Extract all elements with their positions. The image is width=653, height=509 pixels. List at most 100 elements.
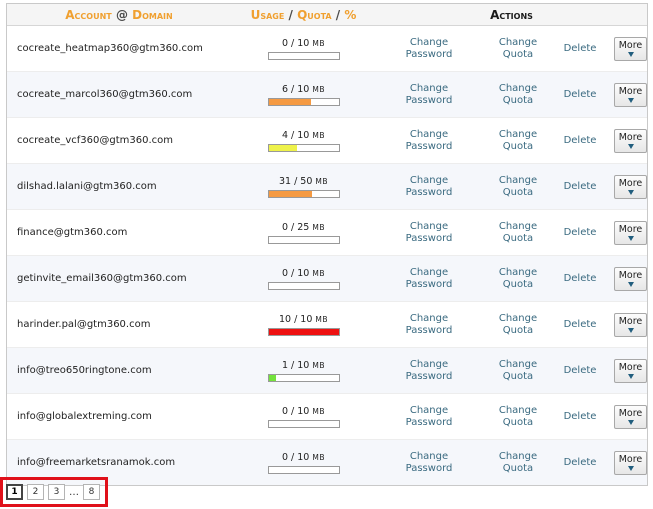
caret-down-icon — [627, 327, 634, 333]
usage-cell: 0 / 10 MB — [231, 38, 376, 60]
header-percent-label: % — [344, 7, 357, 22]
usage-bar — [267, 235, 340, 244]
usage-bar — [267, 97, 340, 106]
more-button[interactable]: More — [614, 266, 647, 291]
change-quota-link[interactable]: Change Quota — [488, 267, 548, 291]
more-button[interactable]: More — [614, 312, 647, 337]
delete-link[interactable]: Delete — [554, 227, 606, 239]
usage-quota: 10 — [297, 359, 310, 371]
usage-cell: 31 / 50 MB — [231, 176, 376, 198]
more-button[interactable]: More — [614, 82, 647, 107]
usage-cell: 6 / 10 MB — [231, 84, 376, 106]
delete-link[interactable]: Delete — [554, 181, 606, 193]
page-button-last[interactable]: 8 — [83, 484, 100, 500]
more-button[interactable]: More — [614, 36, 647, 61]
usage-bar — [267, 51, 340, 60]
caret-down-icon — [627, 465, 634, 471]
usage-used: 0 — [281, 267, 289, 279]
more-label: More — [618, 269, 643, 281]
account-email: info@freemarketsranamok.com — [17, 457, 176, 468]
change-password-link[interactable]: Change Password — [379, 405, 479, 429]
change-password-link[interactable]: Change Password — [379, 267, 479, 291]
change-password-link[interactable]: Change Password — [379, 359, 479, 383]
more-button[interactable]: More — [614, 174, 647, 199]
header-usage-label: Usage — [250, 7, 285, 22]
usage-text: 1 / 10 MB — [281, 359, 326, 371]
usage-quota: 10 — [300, 313, 313, 325]
change-password-line1: Change — [409, 220, 449, 232]
delete-link[interactable]: Delete — [554, 273, 606, 285]
delete-link[interactable]: Delete — [554, 319, 606, 331]
table-row: info@globalextreming.com 0 / 10 MB Change P… — [7, 394, 647, 440]
change-password-line2: Password — [405, 48, 453, 60]
change-quota-line1: Change — [498, 220, 538, 232]
account-email: finance@gtm360.com — [17, 227, 128, 238]
usage-bar — [267, 281, 340, 290]
change-password-link[interactable]: Change Password — [379, 221, 479, 245]
delete-link[interactable]: Delete — [554, 457, 606, 469]
usage-bar — [267, 143, 340, 152]
page-button-3[interactable]: 3 — [48, 484, 65, 500]
more-button[interactable]: More — [614, 450, 647, 475]
change-quota-link[interactable]: Change Quota — [488, 405, 548, 429]
more-button[interactable]: More — [614, 220, 647, 245]
usage-bar-fill — [268, 328, 339, 335]
more-label: More — [618, 315, 643, 327]
change-password-line1: Change — [409, 450, 449, 462]
change-quota-link[interactable]: Change Quota — [488, 313, 548, 337]
delete-link[interactable]: Delete — [554, 365, 606, 377]
change-password-link[interactable]: Change Password — [379, 37, 479, 61]
change-quota-line1: Change — [498, 358, 538, 370]
change-quota-link[interactable]: Change Quota — [488, 451, 548, 475]
change-quota-line2: Quota — [502, 370, 534, 382]
change-quota-line2: Quota — [502, 94, 534, 106]
usage-used: 10 — [278, 313, 292, 325]
usage-unit: MB — [312, 406, 326, 416]
usage-text: 0 / 25 MB — [281, 221, 326, 233]
change-password-link[interactable]: Change Password — [379, 175, 479, 199]
more-label: More — [618, 407, 643, 419]
delete-link[interactable]: Delete — [554, 43, 606, 55]
change-quota-link[interactable]: Change Quota — [488, 129, 548, 153]
change-quota-link[interactable]: Change Quota — [488, 37, 548, 61]
usage-quota: 10 — [297, 129, 310, 141]
more-label: More — [618, 453, 643, 465]
page-button-1[interactable]: 1 — [6, 484, 23, 500]
usage-bar-fill — [268, 374, 276, 381]
usage-unit: MB — [315, 176, 329, 186]
change-password-link[interactable]: Change Password — [379, 451, 479, 475]
caret-down-icon — [627, 189, 634, 195]
usage-bar — [267, 465, 340, 474]
usage-cell: 1 / 10 MB — [231, 360, 376, 382]
change-quota-line2: Quota — [502, 232, 534, 244]
more-button[interactable]: More — [614, 128, 647, 153]
more-button[interactable]: More — [614, 358, 647, 383]
change-quota-line2: Quota — [502, 416, 534, 428]
usage-bar-fill — [268, 190, 312, 197]
delete-link[interactable]: Delete — [554, 89, 606, 101]
change-quota-line2: Quota — [502, 462, 534, 474]
usage-text: 0 / 10 MB — [281, 267, 326, 279]
change-password-line1: Change — [409, 82, 449, 94]
more-button[interactable]: More — [614, 404, 647, 429]
change-quota-link[interactable]: Change Quota — [488, 83, 548, 107]
usage-used: 6 — [281, 83, 289, 95]
delete-link[interactable]: Delete — [554, 135, 606, 147]
usage-cell: 0 / 10 MB — [231, 406, 376, 428]
change-password-line2: Password — [405, 232, 453, 244]
page-button-2[interactable]: 2 — [27, 484, 44, 500]
change-password-link[interactable]: Change Password — [379, 83, 479, 107]
usage-quota: 10 — [297, 37, 310, 49]
change-password-line1: Change — [409, 404, 449, 416]
change-quota-link[interactable]: Change Quota — [488, 175, 548, 199]
header-slash-1: / — [288, 7, 293, 22]
change-quota-line2: Quota — [502, 324, 534, 336]
delete-link[interactable]: Delete — [554, 411, 606, 423]
change-quota-link[interactable]: Change Quota — [488, 221, 548, 245]
change-password-link[interactable]: Change Password — [379, 129, 479, 153]
header-usage-quota[interactable]: Usage / Quota / % — [231, 8, 376, 22]
header-account-domain[interactable]: Account @ Domain — [7, 8, 231, 22]
change-password-link[interactable]: Change Password — [379, 313, 479, 337]
usage-text: 6 / 10 MB — [281, 83, 326, 95]
change-quota-link[interactable]: Change Quota — [488, 359, 548, 383]
